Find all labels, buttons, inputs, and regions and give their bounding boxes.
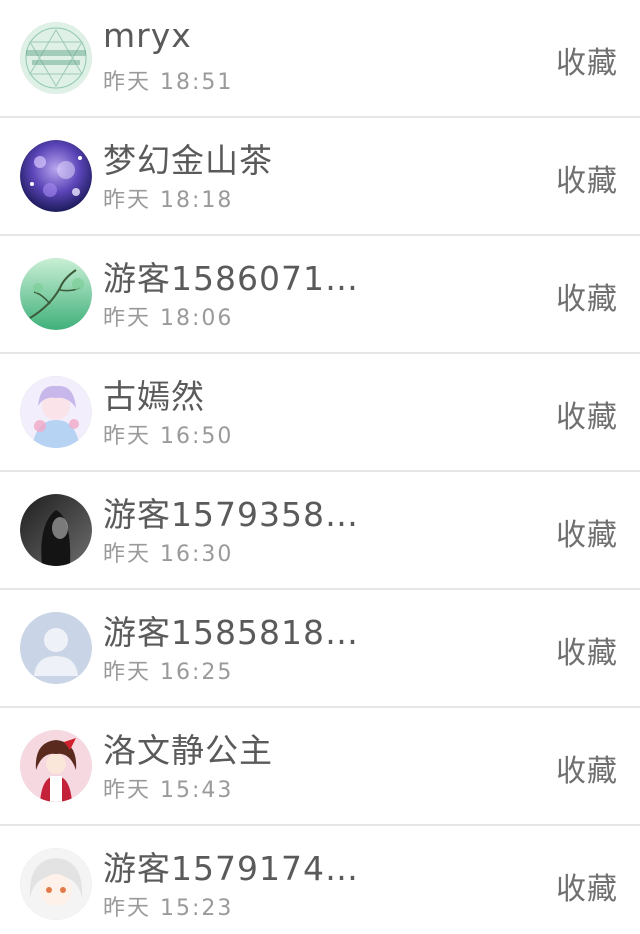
favorite-button[interactable]: 收藏 [556, 156, 618, 200]
red-anime-avatar-icon [20, 730, 92, 802]
purple-galaxy-avatar-icon [20, 140, 92, 212]
contact-name: 洛文静公主 [103, 731, 273, 770]
contact-name: 梦幻金山茶 [103, 141, 273, 180]
dark-portrait-avatar-icon [20, 494, 92, 566]
timestamp: 昨天 16:25 [103, 660, 234, 685]
pastel-anime-avatar-icon [20, 376, 92, 448]
list-item[interactable]: 梦幻金山茶 昨天 18:18 收藏 [0, 118, 640, 236]
list-item[interactable]: 游客1579174… 昨天 15:23 收藏 [0, 826, 640, 934]
favorite-button[interactable]: 收藏 [556, 628, 618, 672]
avatar[interactable] [20, 848, 92, 920]
timestamp: 昨天 16:30 [103, 542, 234, 567]
list-item[interactable]: 古嫣然 昨天 16:50 收藏 [0, 354, 640, 472]
list-item[interactable]: 洛文静公主 昨天 15:43 收藏 [0, 708, 640, 826]
green-tree-avatar-icon [20, 258, 92, 330]
contact-name: 游客1579358… [103, 495, 359, 534]
favorite-button[interactable]: 收藏 [556, 392, 618, 436]
list-item[interactable]: 游客1585818… 昨天 16:25 收藏 [0, 590, 640, 708]
avatar[interactable] [20, 22, 92, 94]
list-item[interactable]: 游客1579358… 昨天 16:30 收藏 [0, 472, 640, 590]
list-item[interactable]: mryx 昨天 18:51 收藏 [0, 0, 640, 118]
list-item[interactable]: 游客1586071… 昨天 18:06 收藏 [0, 236, 640, 354]
favorite-button[interactable]: 收藏 [556, 864, 618, 908]
avatar[interactable] [20, 140, 92, 212]
avatar[interactable] [20, 376, 92, 448]
avatar[interactable] [20, 730, 92, 802]
contact-name: 游客1586071… [103, 259, 359, 298]
avatar[interactable] [20, 494, 92, 566]
timestamp: 昨天 18:51 [103, 70, 234, 95]
contact-name: 古嫣然 [103, 377, 205, 416]
favorite-button[interactable]: 收藏 [556, 746, 618, 790]
timestamp: 昨天 16:50 [103, 424, 234, 449]
avatar[interactable] [20, 612, 92, 684]
timestamp: 昨天 18:06 [103, 306, 234, 331]
avatar[interactable] [20, 258, 92, 330]
timestamp: 昨天 18:18 [103, 188, 234, 213]
favorite-button[interactable]: 收藏 [556, 38, 618, 82]
timestamp: 昨天 15:43 [103, 778, 234, 803]
contact-name: 游客1585818… [103, 613, 359, 652]
favorites-list: mryx 昨天 18:51 收藏 梦幻金山茶 昨天 18:18 收藏 游客158… [0, 0, 640, 934]
default-user-avatar-icon [20, 612, 92, 684]
favorite-button[interactable]: 收藏 [556, 274, 618, 318]
contact-name: mryx [103, 16, 192, 55]
favorite-button[interactable]: 收藏 [556, 510, 618, 554]
contact-name: 游客1579174… [103, 849, 359, 888]
teal-calligraphy-avatar-icon [20, 22, 92, 94]
timestamp: 昨天 15:23 [103, 896, 234, 921]
white-anime-avatar-icon [20, 848, 92, 920]
